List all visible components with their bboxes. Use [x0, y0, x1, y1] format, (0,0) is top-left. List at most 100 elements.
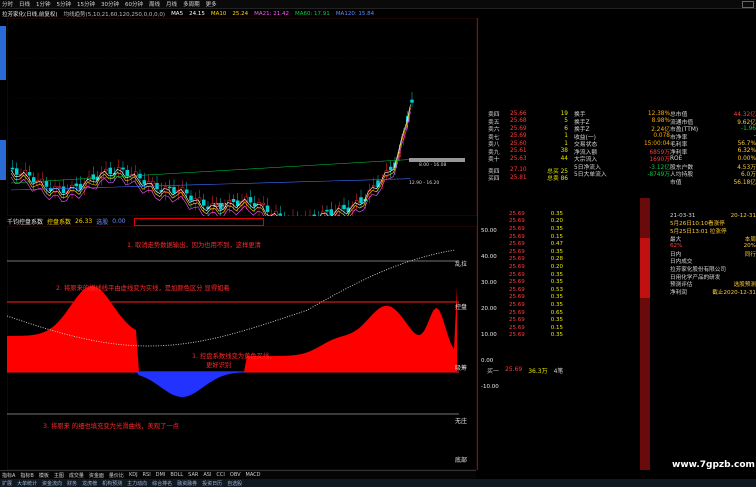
indicator-tab[interactable]: SAR — [188, 472, 198, 478]
indicator-tab[interactable]: DMI — [156, 472, 166, 478]
top-menu-bar: 分时 日线 1分钟 5分钟 15分钟 30分钟 60分钟 周线 月线 多周期 更… — [0, 0, 756, 9]
ma60-value: MA60: 17.91 — [294, 10, 330, 17]
status-tab[interactable]: 主力动向 — [127, 480, 147, 487]
ma10-label: MA10 — [210, 10, 227, 17]
candle-body — [125, 170, 129, 177]
indicator-line1-label: 控盘系数 — [47, 219, 72, 226]
tick-row: 25.69 0.35 — [509, 271, 563, 278]
candle-body — [325, 209, 329, 212]
ma21-value: MA21: 21.42 — [254, 10, 289, 17]
status-tab[interactable]: 自选股 — [227, 480, 242, 487]
order-row: 卖十 25.63 44 — [488, 155, 568, 164]
menu-item[interactable]: 1分钟 — [36, 0, 51, 8]
candlestick-chart[interactable]: 13.41 8.00 - 16.08 12.90 - 16.20 — [7, 18, 477, 216]
menu-item[interactable]: 更多 — [206, 0, 217, 8]
status-tab[interactable]: 大单统计 — [17, 480, 37, 487]
indicator-tab[interactable]: 指标B — [20, 472, 33, 479]
low-price-label: 13.41 — [213, 203, 227, 209]
indicator-tab[interactable]: RSI — [143, 472, 151, 478]
status-tab[interactable]: 机构预测 — [102, 480, 122, 487]
indicator-tab[interactable]: BOLL — [170, 472, 183, 478]
ma120-value: MA120: 15.84 — [335, 10, 375, 17]
menu-item[interactable]: 5分钟 — [57, 0, 72, 8]
menu-item[interactable]: 60分钟 — [125, 0, 143, 8]
status-tab[interactable]: 龙虎榜 — [82, 480, 97, 487]
tick-row: 25.69 0.35 — [509, 248, 563, 255]
tick-row: 25.69 0.15 — [509, 233, 563, 240]
annotation-1: 1. 取消走势数据输出，因为也用不到，这样更清 — [127, 242, 261, 249]
indicator-tab[interactable]: KDJ — [129, 472, 138, 478]
window-control-icon[interactable] — [742, 1, 754, 8]
status-tab[interactable]: 投资日历 — [202, 480, 222, 487]
quote-row: 5日大单流入 -8749万 — [574, 172, 670, 179]
menu-item[interactable]: 30分钟 — [101, 0, 119, 8]
indicator-tab[interactable]: OBV — [230, 472, 241, 478]
tick-row: 25.69 0.65 — [509, 309, 563, 316]
status-tab[interactable]: 融资融券 — [177, 480, 197, 487]
side-tab-strip[interactable] — [0, 26, 6, 80]
info-row: 5月25日13:01 拉涨停 — [670, 228, 727, 235]
side-tab-strip[interactable] — [0, 140, 6, 180]
order-book: 卖四 25.66 19 卖五 25.68 5 卖六 25.69 6 卖七 25.69 1 卖八 2… — [488, 110, 576, 210]
menu-item[interactable]: 分时 — [2, 0, 13, 8]
highlight-box — [133, 217, 264, 226]
indicator-line1-value: 26.33 — [75, 218, 93, 225]
menu-item[interactable]: 多周期 — [183, 0, 200, 8]
indicator-line2-value: 0.00 — [112, 218, 126, 225]
menu-item[interactable]: 周线 — [149, 0, 160, 8]
menu-item[interactable]: 15分钟 — [77, 0, 95, 8]
tick-list[interactable]: 25.69 0.35 25.69 0.20 25.69 0.35 25.69 0.15 … — [489, 210, 575, 465]
tick-row: 25.69 0.15 — [509, 324, 563, 331]
indicator-tab[interactable]: 量价比 — [109, 472, 124, 479]
zone-label: 底部 — [455, 456, 467, 464]
candle-body — [342, 204, 346, 210]
indicator-tabs: 指标A 指标B 模板 主图 成交量 资金面 量价比 KDJ RSI DMI BO… — [0, 470, 476, 479]
status-tab[interactable]: 综合排名 — [152, 480, 172, 487]
indicator-tab[interactable]: 成交量 — [69, 472, 84, 479]
status-tab[interactable]: 资金流向 — [42, 480, 62, 487]
tick-row: 25.69 0.35 — [509, 279, 563, 286]
zone-label: 无庄 — [455, 417, 467, 425]
indicator-name: 千钧控盘系数 — [7, 219, 44, 226]
indicator-line2-label: 选股 — [96, 219, 109, 226]
indicator-tab[interactable]: ASI — [203, 472, 211, 478]
indicator-tab[interactable]: 主图 — [54, 472, 64, 479]
candle-body — [189, 195, 193, 201]
candle-body — [359, 197, 363, 204]
ma5-label: MA5 — [171, 10, 184, 17]
control-coefficient-chart[interactable]: 乱拉 控盘 吸筹 无庄 底部 — [7, 226, 477, 470]
indicator-tab[interactable]: 指标A — [2, 472, 15, 479]
annotation-2: 2. 将原来的横线线平由虚线变为实线，是加颜色区分 显得如着 — [56, 285, 230, 292]
candle-body — [410, 99, 414, 103]
status-tab[interactable]: 扩展 — [2, 480, 12, 487]
indicator-tab[interactable]: 模板 — [39, 472, 49, 479]
menu-item[interactable]: 日线 — [19, 0, 30, 8]
quote-panel: 换手 12.38% 换手Z 8.98% 换手Z 2.24亿 收益(一) 0.078 交易… — [574, 110, 670, 210]
tick-row: 25.69 0.20 — [509, 263, 563, 270]
candle-body — [44, 181, 49, 187]
status-tab[interactable]: 财务 — [67, 480, 77, 487]
price-range-box — [409, 158, 465, 162]
indicator-tab[interactable]: MACD — [246, 472, 261, 478]
candle-body — [265, 205, 270, 213]
indicator-params: 均线趋势(5,10,21,60,120,250,0,0,0,0) — [63, 11, 166, 18]
tick-row: 25.69 0.35 — [509, 332, 563, 339]
menu-item[interactable]: 月线 — [166, 0, 177, 8]
candle-body — [91, 174, 95, 180]
indicator-tab[interactable]: 资金面 — [89, 472, 104, 479]
fund-row: 净利率 6.32% — [670, 148, 756, 156]
tick-row: 25.69 0.20 — [509, 218, 563, 225]
chart-title-bar: 拉芳家化(日线,前复权) 均线趋势(5,10,21,60,120,250,0,0… — [0, 9, 476, 18]
candle-body — [61, 186, 66, 194]
candle-body — [15, 168, 19, 175]
zone-label: 乱拉 — [455, 260, 467, 268]
candle-body — [312, 214, 316, 216]
candle-body — [168, 186, 172, 189]
indicator-header: 千钧控盘系数 控盘系数 26.33 选股 0.00 — [7, 217, 477, 226]
candle-body — [278, 213, 282, 216]
candle-body — [376, 180, 380, 187]
indicator-tab[interactable]: CCI — [216, 472, 224, 478]
order-row: 买四 25.81 总卖 86 — [488, 174, 568, 183]
annotation-4: 3. 将原来 的细也填充变为光滑曲线，美观了一点 — [43, 423, 179, 430]
candle-body — [74, 183, 78, 187]
